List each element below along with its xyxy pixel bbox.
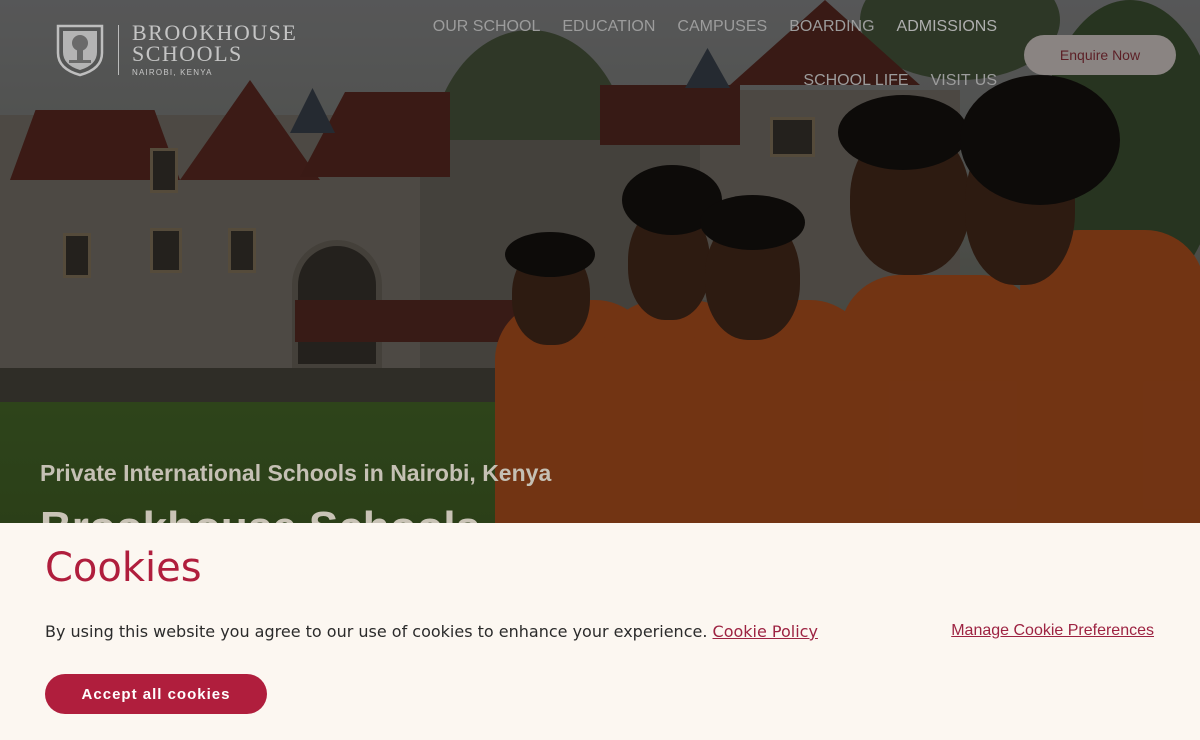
nav-boarding[interactable]: Boarding bbox=[789, 15, 874, 39]
logo-wordmark: Brookhouse Schools Nairobi, Kenya bbox=[132, 20, 298, 78]
cookie-message-text: By using this website you agree to our u… bbox=[45, 622, 708, 641]
cookie-title: Cookies bbox=[45, 545, 202, 591]
enquire-now-button[interactable]: Enquire Now bbox=[1024, 35, 1176, 75]
hero-title: Brookhouse Schools bbox=[40, 506, 480, 524]
cookie-message: By using this website you agree to our u… bbox=[45, 622, 818, 641]
nav-campuses[interactable]: Campuses bbox=[677, 15, 767, 39]
hero-subtitle: Private International Schools in Nairobi… bbox=[40, 460, 552, 486]
nav-admissions[interactable]: Admissions bbox=[897, 15, 997, 39]
brand-location: Nairobi, Kenya bbox=[132, 68, 213, 77]
crest-shield-icon bbox=[56, 24, 104, 76]
nav-education[interactable]: Education bbox=[562, 15, 655, 39]
nav-school-life[interactable]: School Life bbox=[803, 69, 908, 93]
main-nav: Our School Education Campuses Boarding A… bbox=[337, 15, 997, 93]
manage-cookie-preferences-link[interactable]: Manage Cookie Preferences bbox=[951, 622, 1154, 640]
brand-name-line1: Brookhouse bbox=[132, 20, 298, 45]
nav-our-school[interactable]: Our School bbox=[433, 15, 541, 39]
nav-visit-us[interactable]: Visit Us bbox=[931, 69, 997, 93]
site-logo[interactable]: Brookhouse Schools Nairobi, Kenya bbox=[55, 22, 297, 77]
accept-all-cookies-button[interactable]: Accept all cookies bbox=[45, 674, 267, 714]
brand-name-line2: Schools bbox=[132, 41, 243, 66]
logo-divider bbox=[118, 24, 119, 75]
cookie-policy-link[interactable]: Cookie Policy bbox=[713, 622, 818, 641]
